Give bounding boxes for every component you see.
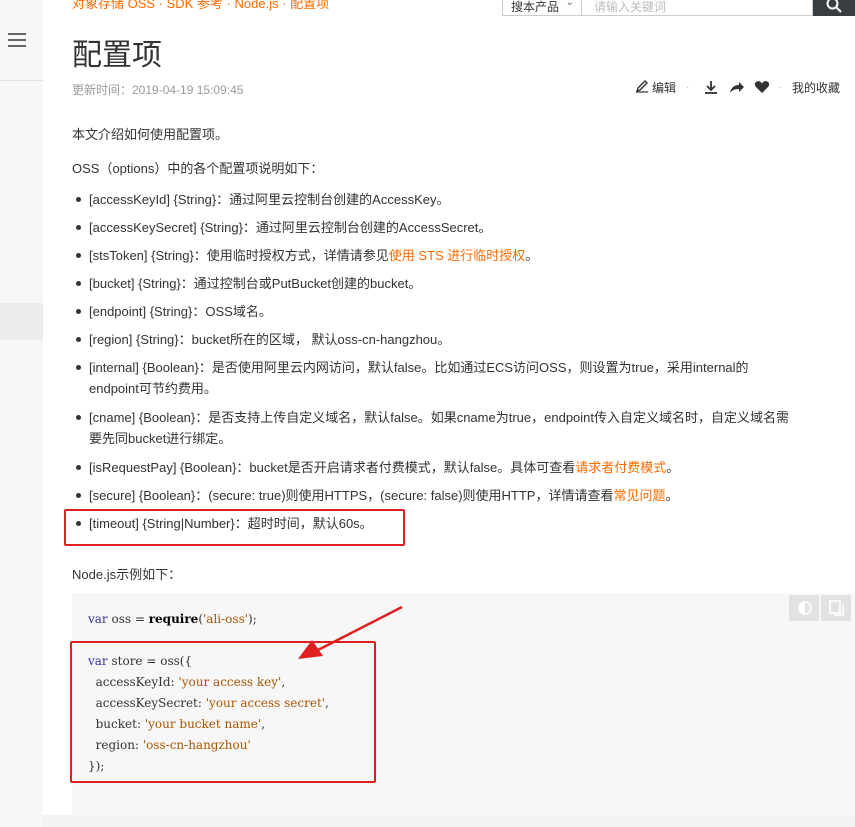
code-highlight-box (70, 641, 376, 783)
list-item: [region] {String}：bucket所在的区域， 默认oss-cn-… (76, 329, 450, 350)
list-item: [internal] {Boolean}：是否使用阿里云内网访问，默认false… (76, 357, 749, 399)
sidebar-divider (0, 80, 43, 81)
separator-dot: · (686, 82, 690, 93)
list-item: [accessKeyId] {String}：通过阿里云控制台创建的Access… (76, 189, 449, 210)
left-sidebar (0, 0, 43, 827)
requester-pays-link[interactable]: 请求者付费模式 (575, 460, 666, 475)
breadcrumb[interactable]: 对象存储 OSS · SDK 参考 · Node.js · 配置项 (72, 0, 329, 12)
my-favorites-link[interactable]: 我的收藏 (792, 79, 840, 96)
search-button[interactable] (813, 0, 855, 16)
intro-paragraph: 本文介绍如何使用配置项。 (72, 127, 229, 142)
theme-toggle-button[interactable] (789, 595, 819, 621)
options-intro-paragraph: OSS（options）中的各个配置项说明如下： (72, 161, 324, 176)
top-bar: 对象存储 OSS · SDK 参考 · Node.js · 配置项 搜本产品 ⌄… (43, 0, 855, 18)
hamburger-menu-icon[interactable] (8, 33, 26, 47)
search-icon (826, 0, 842, 13)
edit-icon[interactable] (635, 79, 649, 93)
sts-auth-link[interactable]: 使用 STS 进行临时授权 (389, 248, 526, 263)
list-item: [accessKeySecret] {String}：通过阿里云控制台创建的Ac… (76, 217, 491, 238)
page-title: 配置项 (72, 39, 162, 72)
list-item: [bucket] {String}：通过控制台或PutBucket创建的buck… (76, 273, 421, 294)
search-scope-select[interactable]: 搜本产品 ⌄ (502, 0, 582, 16)
download-icon[interactable] (704, 80, 718, 94)
search-scope-label: 搜本产品 (511, 0, 560, 14)
code-line: var oss = require('ali-oss'); (88, 612, 257, 626)
example-intro: Node.js示例如下： (72, 567, 182, 582)
list-item: [stsToken] {String}：使用临时授权方式，详情请参见使用 STS… (76, 245, 538, 266)
chevron-down-icon: ⌄ (565, 0, 574, 8)
edit-link[interactable]: 编辑 (652, 79, 676, 96)
copy-icon (829, 600, 844, 616)
list-item: [endpoint] {String}：OSS域名。 (76, 301, 272, 322)
heart-icon[interactable] (754, 80, 770, 94)
list-item: [isRequestPay] {Boolean}：bucket是否开启请求者付费… (76, 457, 679, 478)
search-input[interactable]: 请输入关键词 (582, 0, 813, 16)
faq-link[interactable]: 常见问题 (613, 488, 665, 503)
share-icon[interactable] (729, 80, 745, 94)
sidebar-active-item[interactable] (0, 303, 43, 340)
copy-code-button[interactable] (821, 595, 851, 621)
timeout-highlight-box (64, 509, 405, 546)
contrast-icon (798, 601, 812, 615)
separator-dot: · (778, 82, 782, 93)
list-item: [secure] {Boolean}：(secure: true)则使用HTTP… (76, 485, 679, 506)
list-item: [cname] {Boolean}：是否支持上传自定义域名，默认false。如果… (76, 407, 789, 449)
updated-time: 更新时间：2019-04-19 15:09:45 (72, 83, 244, 97)
